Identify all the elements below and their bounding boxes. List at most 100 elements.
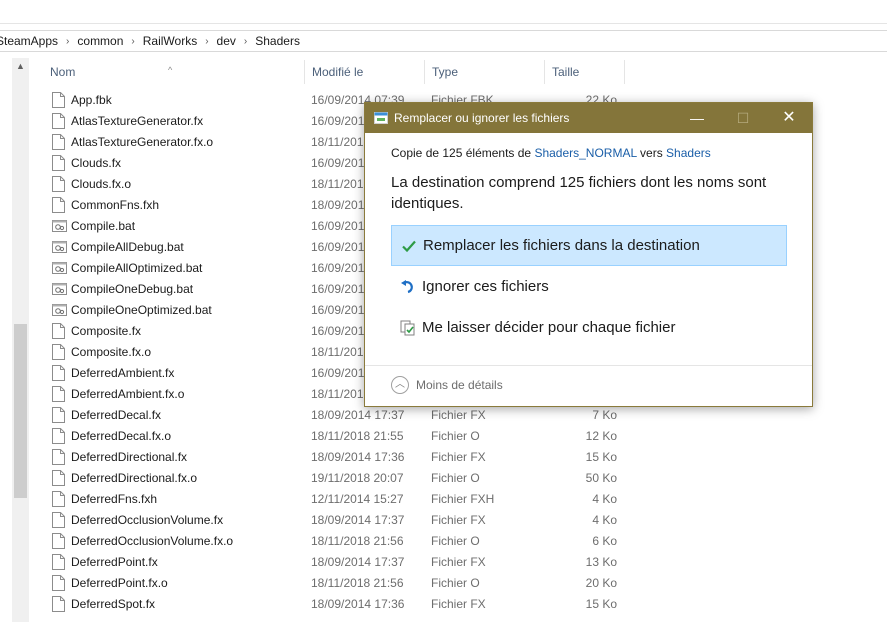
file-row[interactable]: DeferredDirectional.fx 18/09/2014 17:36 Fi… [42,447,642,468]
column-header-size[interactable]: Taille [544,58,624,86]
file-name: Clouds.fx.o [71,177,132,191]
file-name: App.fbk [71,93,112,107]
file-modified-date: 18/09/2014 17:37 [311,513,405,527]
bat-icon [52,260,67,276]
maximize-button[interactable]: ☐ [720,103,766,133]
sort-ascending-icon: ^ [168,65,173,75]
file-type: Fichier FX [431,450,486,464]
scroll-thumb[interactable] [14,324,27,498]
source-folder-link[interactable]: Shaders_NORMAL [534,146,636,160]
column-divider[interactable] [624,60,625,84]
breadcrumb-item[interactable]: common [75,34,125,48]
file-row[interactable]: DeferredPoint.fx 18/09/2014 17:37 Fichier … [42,552,642,573]
replace-files-option[interactable]: Remplacer les fichiers dans la destinati… [391,225,787,266]
file-name: AtlasTextureGenerator.fx [71,114,204,128]
top-toolbar-strip [0,0,887,24]
fewer-details-label: Moins de détails [416,378,503,392]
file-icon [52,470,65,486]
skip-icon [399,278,417,296]
file-modified-date: 18/09/2014 17:36 [311,450,405,464]
conflict-message: La destination comprend 125 fichiers don… [391,174,767,212]
breadcrumb-chevron-icon[interactable]: › [199,36,214,47]
file-name: DeferredPoint.fx [71,555,158,569]
file-name: DeferredFns.fxh [71,492,158,506]
file-name: Clouds.fx [71,156,122,170]
vertical-scrollbar[interactable]: ▲ [12,58,29,622]
bat-icon [52,218,67,234]
copy-summary: Copie de 125 éléments de Shaders_NORMAL … [391,146,711,160]
file-name: Composite.fx [71,324,142,338]
decide-each-file-option[interactable]: Me laisser décider pour chaque fichier [391,308,787,349]
file-name: AtlasTextureGenerator.fx.o [71,135,214,149]
column-header-modified-label: Modifié le [312,65,364,79]
file-icon [52,365,65,381]
skip-files-option[interactable]: Ignorer ces fichiers [391,267,787,308]
dialog-title: Remplacer ou ignorer les fichiers [394,111,570,125]
minimize-button[interactable]: — [674,103,720,133]
file-icon [52,92,65,108]
scroll-up-arrow-icon[interactable]: ▲ [12,58,29,75]
file-icon [52,428,65,444]
breadcrumb-chevron-icon[interactable]: › [125,36,140,47]
checkmark-icon [400,237,418,255]
file-row[interactable]: DeferredDirectional.fx.o 19/11/2018 20:07… [42,468,642,489]
close-button[interactable]: ✕ [766,103,812,133]
dialog-titlebar[interactable]: Remplacer ou ignorer les fichiers — ☐ ✕ [365,103,812,133]
copy-prefix-text: Copie de 125 éléments de [391,146,535,160]
file-modified-date: 19/11/2018 20:07 [311,471,404,485]
file-name: DeferredAmbient.fx.o [71,387,185,401]
breadcrumb-item[interactable]: RailWorks [141,34,199,48]
file-name: DeferredDecal.fx [71,408,162,422]
file-row[interactable]: DeferredDecal.fx.o 18/11/2018 21:55 Fichie… [42,426,642,447]
file-size: 6 Ko [592,534,617,548]
file-type: Fichier O [431,534,480,548]
file-size: 15 Ko [585,450,617,464]
file-row[interactable]: DeferredSpot.fx 18/09/2014 17:36 Fichier F… [42,594,642,615]
file-type: Fichier FX [431,513,486,527]
file-icon [52,155,65,171]
file-name: DeferredOcclusionVolume.fx.o [71,534,234,548]
breadcrumb-chevron-icon[interactable]: › [60,36,75,47]
file-row[interactable]: DeferredOcclusionVolume.fx.o 18/11/2018 2… [42,531,642,552]
file-modified-date: 18/09/2014 17:37 [311,555,405,569]
file-name: DeferredPoint.fx.o [71,576,168,590]
file-type: Fichier FX [431,408,486,422]
bat-icon [52,281,67,297]
file-modified-date: 18/11/2018 21:55 [311,429,404,443]
file-size: 4 Ko [592,513,617,527]
column-headers: Nom ^ Modifié le Type Taille [42,58,642,86]
file-row[interactable]: DeferredOcclusionVolume.fx 18/09/2014 17:… [42,510,642,531]
column-header-modified[interactable]: Modifié le [304,58,424,86]
replace-files-label: Remplacer les fichiers dans la destinati… [423,237,700,254]
replace-skip-dialog: Remplacer ou ignorer les fichiers — ☐ ✕ … [364,102,813,407]
bat-icon [52,302,67,318]
breadcrumb-item[interactable]: dev [215,34,238,48]
file-icon [52,554,65,570]
breadcrumb-item[interactable]: Shaders [253,34,302,48]
file-icon [52,323,65,339]
skip-files-label: Ignorer ces fichiers [422,278,549,295]
breadcrumb: SteamApps › common › RailWorks › dev › Shaders [0,30,887,52]
file-icon [52,533,65,549]
file-modified-date: 18/11/2018 21:56 [311,534,404,548]
file-icon [52,344,65,360]
column-header-name[interactable]: Nom ^ [42,58,304,86]
file-icon [52,113,65,129]
file-name: DeferredDirectional.fx [71,450,188,464]
file-row[interactable]: DeferredFns.fxh 12/11/2014 15:27 Fichier F… [42,489,642,510]
file-row[interactable]: DeferredDecal.fx 18/09/2014 17:37 Fichier … [42,405,642,426]
file-name: CompileAllDebug.bat [71,240,184,254]
destination-folder-link[interactable]: Shaders [666,146,711,160]
file-size: 50 Ko [585,471,617,485]
breadcrumb-item[interactable]: SteamApps [0,34,60,48]
file-row[interactable]: DeferredPoint.fx.o 18/11/2018 21:56 Fichie… [42,573,642,594]
file-modified-date: 12/11/2014 15:27 [311,492,404,506]
column-header-type[interactable]: Type [424,58,544,86]
file-type: Fichier FX [431,555,486,569]
file-name: Compile.bat [71,219,136,233]
breadcrumb-chevron-icon[interactable]: › [238,36,253,47]
column-header-type-label: Type [432,65,459,79]
file-name: DeferredAmbient.fx [71,366,175,380]
file-type: Fichier O [431,471,480,485]
file-modified-date: 18/11/2018 21:56 [311,576,404,590]
